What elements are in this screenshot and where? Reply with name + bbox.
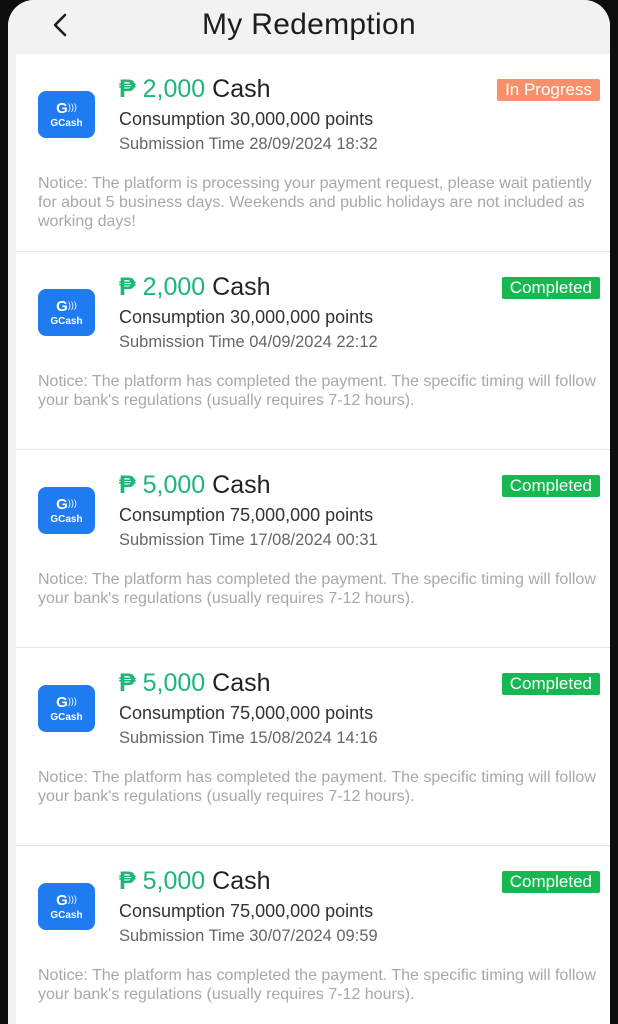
signal-icon: ))) xyxy=(67,894,77,904)
consumption-text: Consumption 30,000,000 points xyxy=(119,109,374,129)
consumption-text: Consumption 75,000,000 points xyxy=(119,505,374,525)
cash-amount: ₱ 2,000 Cash xyxy=(119,74,271,104)
gcash-mark: G xyxy=(56,496,68,513)
consumption-text: Consumption 75,000,000 points xyxy=(119,703,374,723)
amount-value: 2,000 xyxy=(142,75,206,103)
amount-unit: Cash xyxy=(212,273,271,301)
gcash-logo: G))) GCash xyxy=(38,91,95,138)
amount-unit: Cash xyxy=(212,867,271,895)
top-bar: My Redemption xyxy=(8,0,610,52)
amount-value: 2,000 xyxy=(142,273,206,301)
cash-amount: ₱ 5,000 Cash xyxy=(119,470,271,500)
status-badge: Completed xyxy=(501,673,600,695)
peso-symbol: ₱ xyxy=(119,867,136,895)
gcash-logo: G))) GCash xyxy=(38,685,95,732)
redemption-list[interactable]: G))) GCash ₱ 2,000 Cash In Progress Cons… xyxy=(16,54,610,1024)
signal-icon: ))) xyxy=(67,498,77,508)
gcash-mark: G xyxy=(56,694,68,711)
notice-text: Notice: The platform has completed the p… xyxy=(38,373,596,409)
notice-text: Notice: The platform has completed the p… xyxy=(38,769,596,805)
consumption-text: Consumption 75,000,000 points xyxy=(119,901,374,921)
submission-time: Submission Time 15/08/2024 14:16 xyxy=(119,729,378,747)
redemption-card[interactable]: G))) GCash ₱ 5,000 Cash Completed Consum… xyxy=(16,450,610,648)
status-badge: Completed xyxy=(501,871,600,893)
gcash-mark: G xyxy=(56,100,68,117)
notice-text: Notice: The platform is processing your … xyxy=(38,175,592,230)
signal-icon: ))) xyxy=(67,300,77,310)
submission-time: Submission Time 04/09/2024 22:12 xyxy=(119,333,378,351)
submission-time: Submission Time 17/08/2024 00:31 xyxy=(119,531,378,549)
gcash-name: GCash xyxy=(50,910,83,921)
peso-symbol: ₱ xyxy=(119,471,136,499)
signal-icon: ))) xyxy=(67,102,77,112)
gcash-name: GCash xyxy=(50,118,83,129)
signal-icon: ))) xyxy=(67,696,77,706)
phone-screen: My Redemption G))) GCash ₱ 2,000 Cash In… xyxy=(8,0,610,1024)
gcash-name: GCash xyxy=(50,316,83,327)
amount-unit: Cash xyxy=(212,669,271,697)
redemption-card[interactable]: G))) GCash ₱ 2,000 Cash In Progress Cons… xyxy=(16,54,610,252)
gcash-logo: G))) GCash xyxy=(38,883,95,930)
gcash-name: GCash xyxy=(50,712,83,723)
consumption-text: Consumption 30,000,000 points xyxy=(119,307,374,327)
submission-time: Submission Time 28/09/2024 18:32 xyxy=(119,135,378,153)
cash-amount: ₱ 2,000 Cash xyxy=(119,272,271,302)
redemption-card[interactable]: G))) GCash ₱ 2,000 Cash Completed Consum… xyxy=(16,252,610,450)
status-badge: Completed xyxy=(501,277,600,299)
cash-amount: ₱ 5,000 Cash xyxy=(119,866,271,896)
redemption-card[interactable]: G))) GCash ₱ 5,000 Cash Completed Consum… xyxy=(16,846,610,1024)
gcash-logo: G))) GCash xyxy=(38,487,95,534)
peso-symbol: ₱ xyxy=(119,273,136,301)
gcash-mark: G xyxy=(56,892,68,909)
status-badge: Completed xyxy=(501,475,600,497)
submission-time: Submission Time 30/07/2024 09:59 xyxy=(119,927,378,945)
amount-value: 5,000 xyxy=(142,471,206,499)
status-badge: In Progress xyxy=(497,79,600,101)
cash-amount: ₱ 5,000 Cash xyxy=(119,668,271,698)
gcash-mark: G xyxy=(56,298,68,315)
amount-value: 5,000 xyxy=(142,867,206,895)
peso-symbol: ₱ xyxy=(119,75,136,103)
gcash-logo: G))) GCash xyxy=(38,289,95,336)
notice-text: Notice: The platform has completed the p… xyxy=(38,571,596,607)
amount-value: 5,000 xyxy=(142,669,206,697)
amount-unit: Cash xyxy=(212,471,271,499)
peso-symbol: ₱ xyxy=(119,669,136,697)
amount-unit: Cash xyxy=(212,75,271,103)
notice-text: Notice: The platform has completed the p… xyxy=(38,967,596,1003)
gcash-name: GCash xyxy=(50,514,83,525)
redemption-card[interactable]: G))) GCash ₱ 5,000 Cash Completed Consum… xyxy=(16,648,610,846)
page-title: My Redemption xyxy=(202,8,416,41)
